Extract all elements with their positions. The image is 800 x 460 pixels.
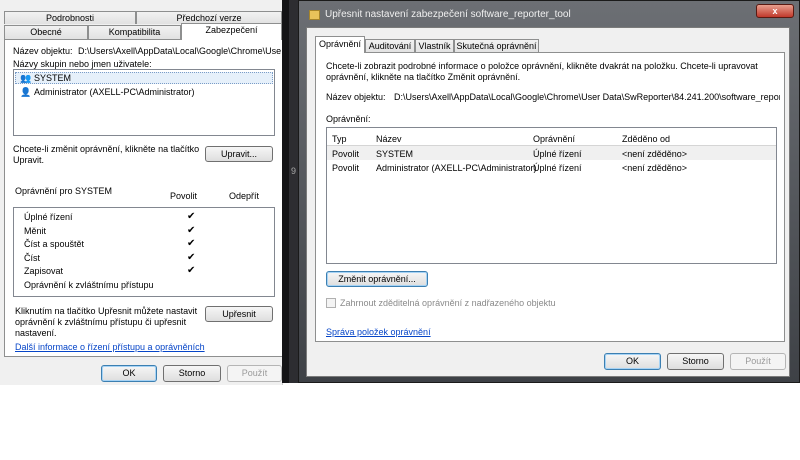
right-apply-button[interactable]: Použít — [730, 353, 786, 370]
folder-icon — [309, 10, 320, 20]
object-name-label: Název objektu: — [13, 46, 73, 56]
advanced-button[interactable]: Upřesnit — [205, 306, 273, 322]
column-header[interactable]: Zděděno od — [622, 134, 670, 144]
tab-kompatibilita[interactable]: Kompatibilita — [88, 25, 181, 39]
allow-check-icon: ✔ — [187, 265, 196, 277]
change-hint: Chcete-li změnit oprávnění, klikněte na … — [13, 144, 200, 165]
table-cell[interactable]: Povolit — [332, 149, 359, 159]
table-cell[interactable]: Úplné řízení — [533, 163, 582, 173]
table-cell[interactable]: <není zděděno> — [622, 163, 687, 173]
dialog-title: Upřesnit nastavení zabezpečení software_… — [325, 9, 571, 20]
permissions-label: Oprávnění: — [326, 114, 371, 124]
permission-name: Zapisovat — [24, 266, 64, 277]
manage-permissions-link[interactable]: Správa položek oprávnění — [326, 327, 431, 337]
tab-zabezpeceni[interactable]: Zabezpečení — [181, 23, 282, 40]
permission-name: Číst — [24, 252, 41, 263]
table-cell[interactable]: <není zděděno> — [622, 149, 687, 159]
column-header[interactable]: Typ — [332, 134, 347, 144]
intro-text: Chcete-li zobrazit podrobné informace o … — [326, 61, 758, 82]
apply-button[interactable]: Použít — [227, 365, 282, 382]
right-object-name-value: D:\Users\Axell\AppData\Local\Google\Chro… — [394, 92, 780, 102]
side-strip — [289, 0, 298, 383]
column-header[interactable]: Název — [376, 134, 402, 144]
inherit-checkbox-label: Zahrnout zděditelná oprávnění z nadřazen… — [340, 298, 556, 308]
users-group-icon: 👥 — [20, 73, 32, 83]
permission-name: Oprávnění k zvláštnímu přístupu — [24, 280, 154, 290]
table-cell[interactable]: Administrator (AXELL-PC\Administrator) — [376, 163, 537, 173]
change-permissions-button[interactable]: Změnit oprávnění... — [326, 271, 428, 287]
permission-name: Měnit — [24, 225, 47, 236]
user-icon: 👤 — [20, 87, 32, 97]
table-cell[interactable]: Povolit — [332, 163, 359, 173]
groups-label: Názvy skupin nebo jmen uživatele: — [13, 59, 152, 69]
tab-vlastnik[interactable]: Vlastník — [415, 39, 454, 53]
right-cancel-button[interactable]: Storno — [667, 353, 724, 370]
side-char: 9 — [291, 166, 297, 176]
object-name-value: D:\Users\Axell\AppData\Local\Google\Chro… — [78, 46, 282, 56]
allow-check-icon: ✔ — [187, 211, 196, 222]
close-button[interactable]: x — [756, 4, 794, 18]
more-info-link[interactable]: Další informace o řízení přístupu a oprá… — [15, 342, 205, 352]
cancel-button[interactable]: Storno — [163, 365, 221, 382]
inherit-checkbox[interactable] — [326, 298, 336, 308]
permission-entries-table[interactable] — [326, 127, 777, 264]
tab-skutecna-opravneni[interactable]: Skutečná oprávnění — [454, 39, 539, 53]
permission-name: Úplné řízení — [24, 212, 73, 222]
right-object-name-label: Název objektu: — [326, 92, 386, 102]
permissions-for-label: Oprávnění pro SYSTEM — [15, 186, 113, 196]
column-deny: Odepřít — [229, 191, 260, 201]
right-ok-button[interactable]: OK — [604, 353, 661, 370]
tab-obecne[interactable]: Obecné — [4, 25, 88, 39]
close-icon: x — [772, 6, 778, 16]
advanced-hint: Kliknutím na tlačítko Upřesnit můžete na… — [15, 306, 198, 338]
allow-check-icon: ✔ — [187, 224, 196, 236]
ok-button[interactable]: OK — [101, 365, 157, 382]
tab-auditovani[interactable]: Auditování — [365, 39, 415, 53]
allow-check-icon: ✔ — [187, 238, 196, 250]
edit-button[interactable]: Upravit... — [205, 146, 273, 162]
table-cell[interactable]: SYSTEM — [376, 149, 413, 159]
user-administrator: Administrator (AXELL-PC\Administrator) — [34, 87, 195, 97]
column-allow: Povolit — [170, 191, 198, 201]
user-system: SYSTEM — [34, 73, 72, 83]
tab-podrobnosti[interactable]: Podrobnosti — [4, 11, 136, 24]
table-cell[interactable]: Úplné řízení — [533, 149, 582, 159]
permission-name: Číst a spouštět — [24, 239, 85, 250]
column-header[interactable]: Oprávnění — [533, 134, 575, 144]
allow-check-icon: ✔ — [187, 251, 196, 263]
tab-opravneni[interactable]: Oprávnění — [315, 36, 365, 53]
users-list[interactable]: 👥 SYSTEM 👤 Administrator (AXELL-PC\Admin… — [13, 69, 275, 136]
